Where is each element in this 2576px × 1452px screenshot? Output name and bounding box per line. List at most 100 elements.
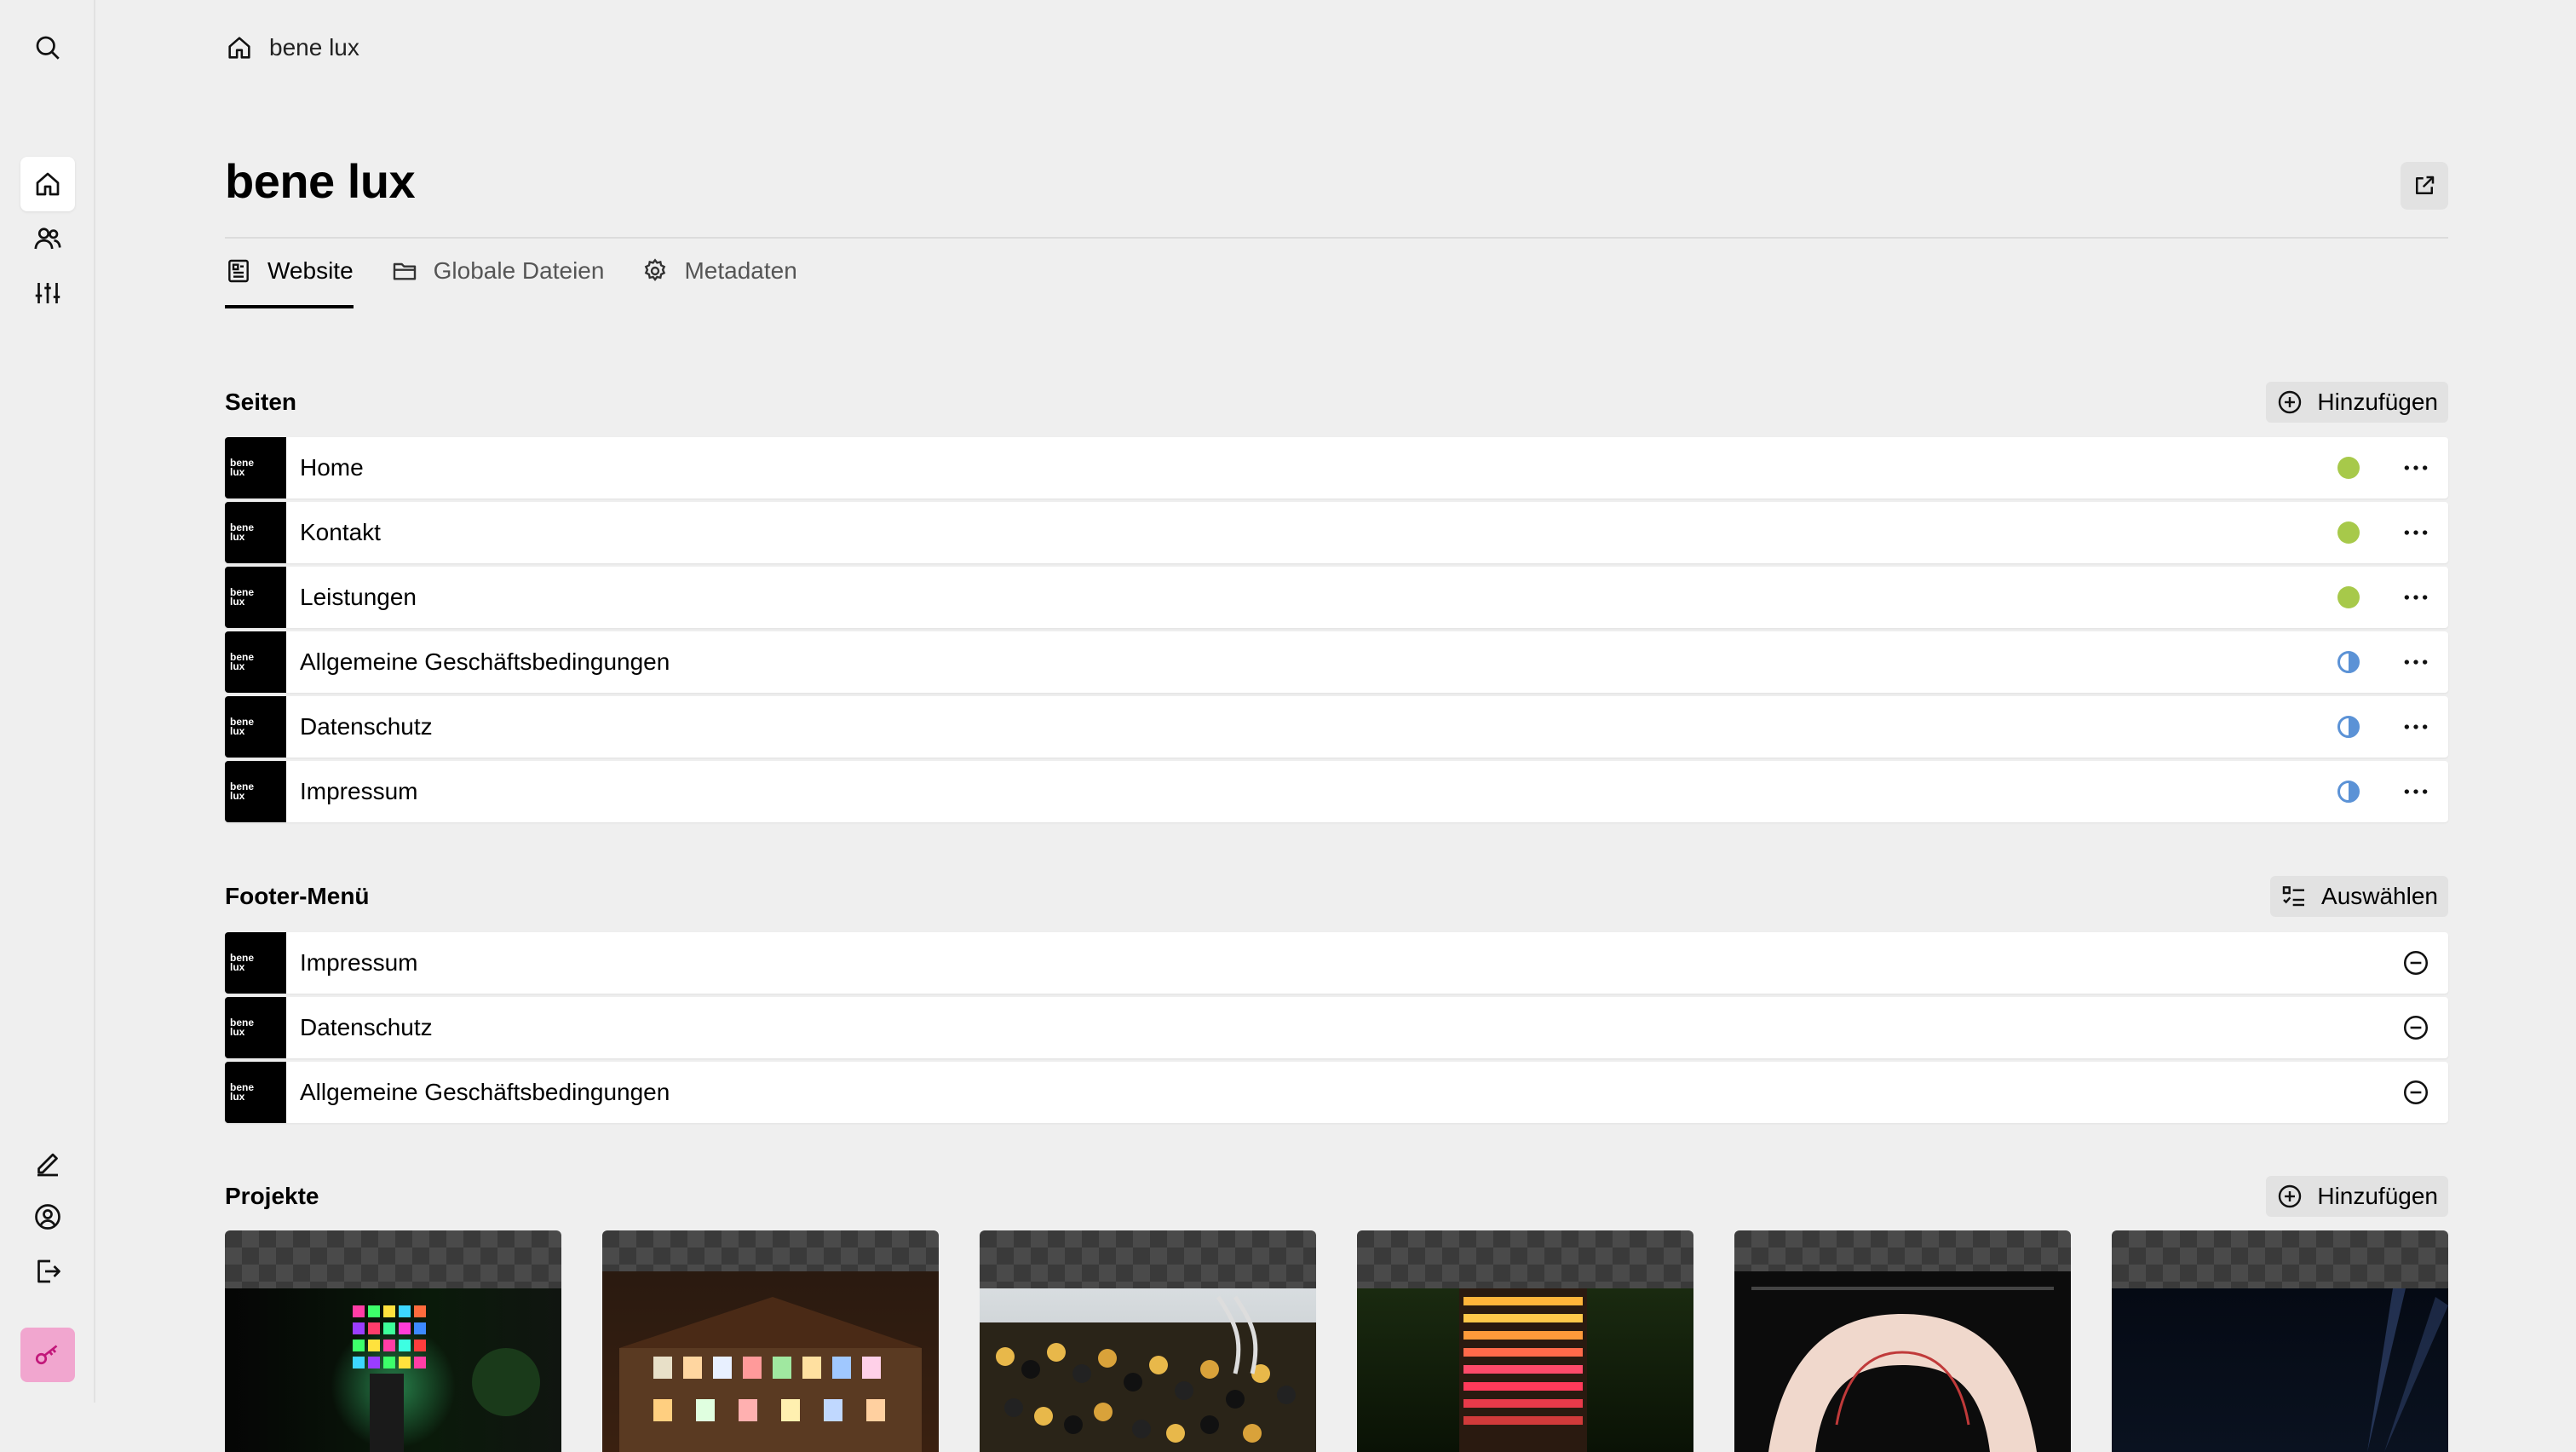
tab-label: Website	[267, 257, 354, 284]
page-title[interactable]: Datenschutz	[300, 1014, 2399, 1041]
search-icon	[36, 36, 60, 60]
inflatable-arch-image	[1751, 1287, 2054, 1452]
page-title[interactable]: Impressum	[300, 949, 2399, 977]
status-published-icon	[2337, 521, 2360, 544]
project-card[interactable]	[225, 1230, 561, 1452]
logout-icon	[37, 1259, 60, 1283]
ball-pit-image	[980, 1295, 1316, 1452]
plus-circle-icon	[2279, 390, 2302, 414]
more-icon	[2404, 595, 2428, 600]
page-title[interactable]: Kontakt	[300, 519, 2337, 546]
add-page-button[interactable]: Hinzufügen	[2266, 382, 2448, 423]
remove-button[interactable]	[2399, 1011, 2433, 1045]
status-draft-icon	[2337, 651, 2360, 673]
page-thumbnail: bene lux	[225, 997, 286, 1058]
plus-circle-icon	[2279, 1184, 2302, 1208]
pencil-icon	[37, 1153, 58, 1177]
page-options-button[interactable]	[2399, 710, 2433, 744]
page-title[interactable]: Allgemeine Geschäftsbedingungen	[300, 1079, 2399, 1106]
page-title[interactable]: Leistungen	[300, 584, 2337, 611]
section-title: Seiten	[225, 389, 297, 415]
button-label: Hinzufügen	[2317, 389, 2438, 415]
button-label: Auswählen	[2321, 883, 2438, 909]
status-published-icon	[2337, 586, 2360, 608]
remove-button[interactable]	[2399, 946, 2433, 980]
tab-label: Metadaten	[684, 257, 797, 284]
license-key-button[interactable]	[20, 1328, 75, 1382]
open-site-button[interactable]	[2401, 162, 2448, 210]
users-icon	[34, 228, 61, 250]
projekte-grid	[225, 1230, 2448, 1452]
document-icon	[228, 259, 249, 283]
list-item[interactable]: bene lux Impressum	[225, 932, 2448, 994]
list-item[interactable]: bene lux Kontakt	[225, 502, 2448, 563]
external-link-icon	[2416, 176, 2435, 194]
status-draft-icon	[2337, 781, 2360, 803]
sidebar-item-settings[interactable]	[20, 266, 75, 320]
page-options-button[interactable]	[2399, 580, 2433, 614]
page-thumbnail: bene lux	[225, 631, 286, 693]
page-title[interactable]: Home	[300, 454, 2337, 481]
sidebar	[0, 0, 95, 1403]
sidebar-item-users[interactable]	[20, 211, 75, 266]
page-options-button[interactable]	[2399, 645, 2433, 679]
breadcrumb: bene lux	[225, 31, 359, 65]
list-item[interactable]: bene lux Allgemeine Geschäftsbedingungen	[225, 631, 2448, 693]
title-divider	[225, 237, 2448, 239]
tab-metadaten[interactable]: Metadaten	[641, 249, 797, 305]
project-card[interactable]	[2112, 1230, 2448, 1452]
edit-button[interactable]	[20, 1135, 75, 1190]
sidebar-item-home[interactable]	[20, 157, 75, 211]
gear-icon	[645, 258, 666, 281]
more-icon	[2404, 465, 2428, 470]
remove-button[interactable]	[2399, 1075, 2433, 1109]
more-icon	[2404, 789, 2428, 794]
project-card[interactable]	[602, 1230, 939, 1452]
tab-globale-dateien[interactable]: Globale Dateien	[391, 249, 604, 305]
page-thumbnail: bene lux	[225, 932, 286, 994]
breadcrumb-item-site[interactable]: bene lux	[269, 34, 359, 61]
more-icon	[2404, 724, 2428, 729]
lit-building-image	[1459, 1288, 1587, 1452]
project-card[interactable]	[1734, 1230, 2071, 1452]
page-title: bene lux	[225, 154, 416, 208]
list-item[interactable]: bene lux Allgemeine Geschäftsbedingungen	[225, 1062, 2448, 1123]
page-options-button[interactable]	[2399, 775, 2433, 809]
footer-menu-header: Footer-Menü Auswählen	[225, 876, 2448, 917]
list-item[interactable]: bene lux Datenschutz	[225, 997, 2448, 1058]
minus-circle-icon	[2403, 1080, 2429, 1105]
folder-icon	[393, 262, 416, 280]
list-item[interactable]: bene lux Home	[225, 437, 2448, 498]
project-card[interactable]	[1357, 1230, 1693, 1452]
page-title[interactable]: Datenschutz	[300, 713, 2337, 740]
home-icon[interactable]	[225, 33, 254, 62]
account-button[interactable]	[20, 1190, 75, 1244]
logout-button[interactable]	[20, 1244, 75, 1299]
checklist-icon	[2282, 886, 2305, 907]
tab-website[interactable]: Website	[225, 249, 354, 308]
more-icon	[2404, 660, 2428, 665]
seiten-list: bene lux Home bene lux Kontakt bene lux Lei…	[225, 437, 2448, 826]
search-button[interactable]	[20, 20, 75, 75]
page-thumbnail: bene lux	[225, 761, 286, 822]
page-thumbnail: bene lux	[225, 502, 286, 563]
list-item[interactable]: bene lux Datenschutz	[225, 696, 2448, 758]
more-icon	[2404, 530, 2428, 535]
project-image	[1357, 1288, 1693, 1452]
add-project-button[interactable]: Hinzufügen	[2266, 1176, 2448, 1217]
project-card[interactable]	[980, 1230, 1316, 1452]
page-options-button[interactable]	[2399, 451, 2433, 485]
list-item[interactable]: bene lux Impressum	[225, 761, 2448, 822]
user-circle-icon	[35, 1204, 60, 1230]
section-title: Projekte	[225, 1183, 319, 1209]
illuminated-tower-image	[353, 1305, 540, 1452]
page-title[interactable]: Impressum	[300, 778, 2337, 805]
minus-circle-icon	[2403, 1015, 2429, 1040]
status-published-icon	[2337, 457, 2360, 479]
page-options-button[interactable]	[2399, 516, 2433, 550]
sliders-icon	[35, 283, 60, 303]
list-item[interactable]: bene lux Leistungen	[225, 567, 2448, 628]
select-pages-button[interactable]: Auswählen	[2270, 876, 2448, 917]
page-title[interactable]: Allgemeine Geschäftsbedingungen	[300, 648, 2337, 676]
project-image	[225, 1288, 561, 1452]
